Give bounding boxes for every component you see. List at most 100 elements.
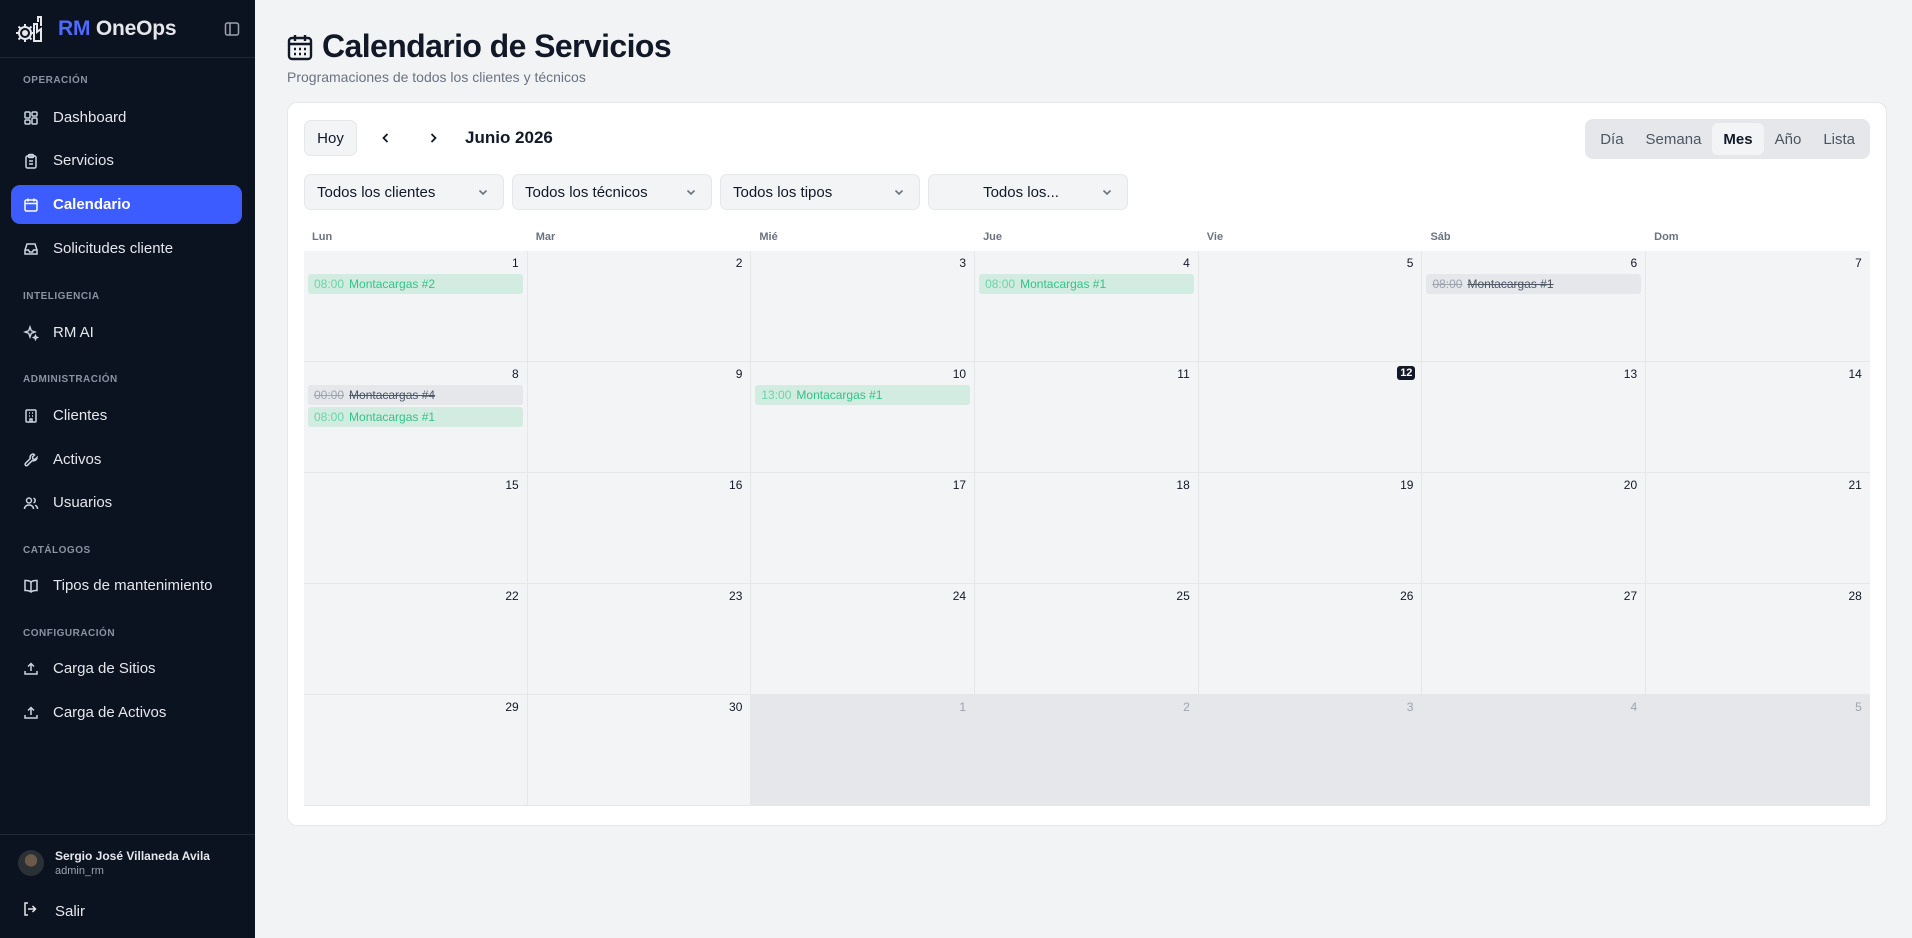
day-cell[interactable]: 4 — [1422, 695, 1647, 806]
day-cell[interactable]: 1 08:00 Montacargas #2 — [304, 251, 528, 362]
view-week-button[interactable]: Semana — [1635, 123, 1713, 155]
day-cell[interactable]: 3 — [751, 251, 976, 362]
calendar-event[interactable]: 08:00 Montacargas #1 — [979, 274, 1194, 294]
sidebar-item-dashboard[interactable]: Dashboard — [11, 98, 242, 137]
day-number: 18 — [1176, 478, 1190, 492]
page-title-row: Calendario de Servicios — [287, 28, 672, 65]
day-cell[interactable]: 27 — [1422, 584, 1647, 695]
calendar-event[interactable]: 00:00 Montacargas #4 — [308, 385, 523, 405]
day-number: 16 — [729, 478, 743, 492]
day-cell[interactable]: 14 — [1646, 362, 1870, 473]
day-cell[interactable]: 26 — [1198, 584, 1423, 695]
day-cell[interactable]: 4 08:00 Montacargas #1 — [975, 251, 1199, 362]
chevron-down-icon — [1101, 185, 1115, 199]
filter-clientes-value: Todos los clientes — [317, 183, 436, 201]
sidebar-toggle-icon[interactable] — [223, 20, 241, 38]
filter-tecnicos-select[interactable]: Todos los técnicos — [512, 174, 712, 210]
sidebar-item-carga-de-sitios[interactable]: Carga de Sitios — [11, 649, 242, 688]
day-cell[interactable]: 3 — [1198, 695, 1423, 806]
day-cell[interactable]: 16 — [527, 473, 752, 584]
sidebar-item-label: Calendario — [53, 196, 131, 213]
day-cell[interactable]: 12 — [1198, 362, 1423, 473]
day-cell[interactable]: 8 00:00 Montacargas #4 08:00 Montacargas #1 — [304, 362, 528, 473]
next-month-button[interactable] — [423, 128, 443, 148]
sidebar-item-label: Solicitudes cliente — [53, 240, 174, 257]
sidebar-item-label: Dashboard — [53, 109, 127, 126]
logout-label: Salir — [55, 902, 86, 920]
day-cell[interactable]: 22 — [304, 584, 528, 695]
sidebar-item-carga-de-activos[interactable]: Carga de Activos — [11, 693, 242, 732]
day-cell[interactable]: 24 — [751, 584, 976, 695]
sidebar-item-rm-ai[interactable]: RM AI — [11, 313, 242, 352]
day-number: 8 — [512, 367, 519, 381]
sidebar-item-calendario[interactable]: Calendario — [11, 185, 242, 224]
day-cell[interactable]: 29 — [304, 695, 528, 806]
sidebar-item-solicitudes-cliente[interactable]: Solicitudes cliente — [11, 229, 242, 268]
weekday-label: Dom — [1654, 231, 1679, 243]
day-cell[interactable]: 2 — [527, 251, 752, 362]
weekday-label: Vie — [1206, 231, 1224, 243]
calendar-event[interactable]: 08:00 Montacargas #2 — [308, 274, 523, 294]
day-cell[interactable]: 5 — [1646, 695, 1870, 806]
day-cell[interactable]: 25 — [975, 584, 1199, 695]
day-cell[interactable]: 2 — [975, 695, 1199, 806]
event-title: Montacargas #1 — [1020, 277, 1107, 291]
filter-tecnicos-value: Todos los técnicos — [525, 183, 648, 201]
user-profile[interactable]: Sergio José Villaneda Avila admin_rm — [18, 849, 210, 877]
day-cell[interactable]: 28 — [1646, 584, 1870, 695]
view-list-button[interactable]: Lista — [1812, 123, 1866, 155]
day-number: 25 — [1176, 589, 1190, 603]
filter-estados-value: Todos los... — [983, 183, 1059, 201]
calendar-event[interactable]: 08:00 Montacargas #1 — [308, 407, 523, 427]
view-year-button[interactable]: Año — [1764, 123, 1813, 155]
day-cell[interactable]: 11 — [975, 362, 1199, 473]
logout-button[interactable]: Salir — [22, 901, 85, 921]
view-month-button[interactable]: Mes — [1712, 123, 1764, 155]
day-cell[interactable]: 20 — [1422, 473, 1647, 584]
section-title-administracion: ADMINISTRACIÓN — [23, 374, 118, 385]
calendar-event[interactable]: 13:00 Montacargas #1 — [755, 385, 971, 405]
day-cell[interactable]: 19 — [1198, 473, 1423, 584]
filter-estados-select[interactable]: Todos los... — [928, 174, 1128, 210]
sidebar-item-tipos-de-mantenimiento[interactable]: Tipos de mantenimiento — [11, 566, 242, 605]
day-cell[interactable]: 17 — [751, 473, 976, 584]
day-cell[interactable]: 18 — [975, 473, 1199, 584]
page-title: Calendario de Servicios — [322, 28, 672, 64]
day-cell[interactable]: 6 08:00 Montacargas #1 — [1422, 251, 1647, 362]
day-cell[interactable]: 5 — [1198, 251, 1423, 362]
day-number: 4 — [1630, 700, 1638, 714]
day-cell[interactable]: 1 — [751, 695, 976, 806]
day-number: 4 — [1183, 256, 1190, 270]
sidebar-item-servicios[interactable]: Servicios — [11, 141, 242, 180]
view-day-button[interactable]: Día — [1589, 123, 1634, 155]
sidebar-item-clientes[interactable]: Clientes — [11, 396, 242, 435]
brand-name: RM OneOps — [58, 16, 177, 41]
prev-month-button[interactable] — [376, 128, 396, 148]
calendar-event[interactable]: 08:00 Montacargas #1 — [1426, 274, 1642, 294]
day-number: 11 — [1177, 367, 1190, 381]
weekday-label: Mar — [535, 231, 556, 243]
sidebar-item-usuarios[interactable]: Usuarios — [11, 483, 242, 522]
event-title: Montacargas #1 — [349, 410, 436, 424]
filter-clientes-select[interactable]: Todos los clientes — [304, 174, 504, 210]
today-day-number: 12 — [1397, 366, 1416, 380]
day-cell[interactable]: 23 — [527, 584, 752, 695]
sidebar-item-activos[interactable]: Activos — [11, 440, 242, 479]
calendar-grid: 1 08:00 Montacargas #2 2 3 4 08:00 Montacargas … — [304, 251, 1870, 806]
day-cell[interactable]: 10 13:00 Montacargas #1 — [751, 362, 976, 473]
brand-oneops: OneOps — [95, 16, 177, 40]
today-button[interactable]: Hoy — [304, 120, 357, 156]
day-number: 24 — [952, 589, 967, 603]
day-cell[interactable]: 30 — [527, 695, 752, 806]
filter-tipos-select[interactable]: Todos los tipos — [720, 174, 920, 210]
day-cell[interactable]: 15 — [304, 473, 528, 584]
sidebar-item-label: Activos — [53, 451, 102, 468]
chevron-down-icon — [477, 185, 491, 199]
sidebar-item-label: Carga de Activos — [53, 704, 167, 721]
day-cell[interactable]: 9 — [527, 362, 752, 473]
day-number: 13 — [1623, 367, 1638, 381]
day-cell[interactable]: 21 — [1646, 473, 1870, 584]
day-cell[interactable]: 7 — [1646, 251, 1870, 362]
day-number: 17 — [952, 478, 967, 492]
day-cell[interactable]: 13 — [1422, 362, 1647, 473]
